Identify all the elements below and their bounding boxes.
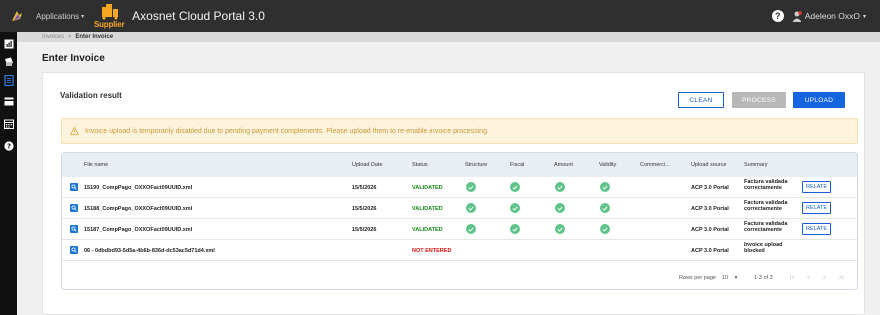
header-upload-date[interactable]: Upload Date bbox=[352, 162, 383, 168]
supplier-logo: Supplier bbox=[92, 3, 126, 29]
row-summary: Invoice upload blocked bbox=[744, 242, 783, 255]
check-circle-icon bbox=[466, 224, 476, 234]
check-circle-icon bbox=[510, 203, 520, 213]
row-upload-date: 15/5/2026 bbox=[352, 185, 377, 191]
row-upload-date: 15/5/2026 bbox=[352, 206, 377, 212]
header-structure[interactable]: Structure bbox=[465, 162, 487, 168]
check-circle-icon bbox=[600, 182, 610, 192]
check-circle-icon bbox=[466, 203, 476, 213]
status-badge: NOT ENTERED bbox=[412, 248, 452, 254]
table-header: File name Upload Date Status Structure F… bbox=[62, 153, 857, 177]
user-name: Adeleon OxxO bbox=[804, 11, 860, 21]
svg-text:?: ? bbox=[6, 142, 10, 150]
row-upload-source: ACP 3.0 Portal bbox=[691, 227, 729, 233]
row-file-name: 15190_CompPago_OXXOFact09UUID.xml bbox=[84, 185, 193, 191]
row-upload-source: ACP 3.0 Portal bbox=[691, 206, 729, 212]
warning-icon bbox=[70, 127, 79, 135]
header-file-name[interactable]: File name bbox=[84, 162, 108, 168]
rows-per-page-label: Rows per page bbox=[679, 275, 716, 281]
alert-text: Invoice upload is temporarily disabled d… bbox=[85, 127, 489, 135]
row-file-name: 15188_CompPago_OXXOFact09UUID.xml bbox=[84, 206, 193, 212]
chevron-down-icon: ▾ bbox=[862, 13, 866, 20]
row-summary: Factura validada correctamente bbox=[744, 179, 788, 192]
check-circle-icon bbox=[600, 224, 610, 234]
header-commercial[interactable]: Commerci... bbox=[640, 162, 670, 168]
supplier-label: Supplier bbox=[93, 20, 125, 29]
app-logo-icon[interactable] bbox=[6, 5, 28, 27]
row-upload-source: ACP 3.0 Portal bbox=[691, 185, 729, 191]
process-button[interactable]: PROCESS bbox=[732, 92, 786, 108]
upload-disabled-alert: Invoice upload is temporarily disabled d… bbox=[61, 118, 858, 144]
next-page-icon[interactable]: > bbox=[823, 275, 826, 281]
check-circle-icon bbox=[510, 224, 520, 234]
header-summary[interactable]: Summary bbox=[744, 162, 768, 168]
row-upload-date: 15/5/2026 bbox=[352, 227, 377, 233]
breadcrumb: Invoices » Enter Invoice bbox=[17, 32, 880, 42]
help-circle-icon[interactable]: ? bbox=[3, 140, 14, 151]
help-icon[interactable]: ? bbox=[771, 10, 784, 22]
supplier-logo-icon bbox=[102, 4, 119, 20]
header-upload-source[interactable]: Upload source bbox=[691, 162, 726, 168]
header-validity[interactable]: Validity bbox=[599, 162, 616, 168]
search-icon[interactable] bbox=[70, 225, 78, 233]
table-row: 06 - 0dbdbd93-5d5a-4b6b-836d-dc53ac5d71d… bbox=[62, 240, 857, 261]
status-badge: VALIDATED bbox=[412, 185, 443, 191]
table-row: 15187_CompPago_OXXOFact09UUID.xml 15/5/2… bbox=[62, 219, 857, 240]
table-pagination: Rows per page 10 ▾ 1-3 of 3 |< < > >| bbox=[62, 265, 857, 289]
user-avatar-icon bbox=[792, 10, 802, 22]
documents-icon[interactable] bbox=[3, 56, 14, 67]
header-amount[interactable]: Amount bbox=[554, 162, 573, 168]
check-circle-icon bbox=[555, 203, 565, 213]
dashboard-icon[interactable] bbox=[3, 38, 14, 49]
rows-per-page-select[interactable]: 10 ▾ bbox=[722, 275, 737, 281]
row-file-name: 06 - 0dbdbd93-5d5a-4b6b-836d-dc53ac5d71d… bbox=[84, 248, 215, 254]
table-row: 15188_CompPago_OXXOFact09UUID.xml 15/5/2… bbox=[62, 198, 857, 219]
invoices-icon[interactable] bbox=[3, 75, 14, 86]
table-row: 15190_CompPago_OXXOFact09UUID.xml 15/5/2… bbox=[62, 177, 857, 198]
breadcrumb-invoices-link[interactable]: Invoices bbox=[42, 34, 64, 40]
pagination-range: 1-3 of 3 bbox=[754, 275, 773, 281]
search-icon[interactable] bbox=[70, 183, 78, 191]
row-summary: Factura validada correctamente bbox=[744, 200, 788, 213]
prev-page-icon[interactable]: < bbox=[807, 275, 810, 281]
row-upload-source: ACP 3.0 Portal bbox=[691, 248, 729, 254]
status-badge: VALIDATED bbox=[412, 206, 443, 212]
breadcrumb-separator: » bbox=[68, 34, 72, 40]
caret-down-icon: ▾ bbox=[734, 275, 738, 281]
row-file-name: 15187_CompPago_OXXOFact09UUID.xml bbox=[84, 227, 193, 233]
search-icon[interactable] bbox=[70, 246, 78, 254]
applications-label: Applications bbox=[36, 11, 80, 21]
check-circle-icon bbox=[555, 182, 565, 192]
chevron-down-icon: ▾ bbox=[81, 13, 85, 20]
header-fiscal[interactable]: Fiscal bbox=[510, 162, 524, 168]
reports-calendar-icon[interactable] bbox=[3, 118, 14, 129]
clean-button[interactable]: CLEAN bbox=[678, 92, 724, 108]
check-circle-icon bbox=[466, 182, 476, 192]
page-title: Enter Invoice bbox=[42, 53, 105, 64]
last-page-icon[interactable]: >| bbox=[839, 275, 844, 281]
top-bar: Applications ▾ Supplier Axosnet Cloud Po… bbox=[0, 0, 880, 32]
sidebar: ? bbox=[0, 32, 17, 315]
row-summary: Factura validada correctamente bbox=[744, 221, 788, 234]
relate-button[interactable]: RELATE bbox=[802, 181, 831, 193]
section-title: Validation result bbox=[60, 91, 122, 100]
first-page-icon[interactable]: |< bbox=[790, 275, 795, 281]
relate-button[interactable]: RELATE bbox=[802, 202, 831, 214]
relate-button[interactable]: RELATE bbox=[802, 223, 831, 235]
check-circle-icon bbox=[510, 182, 520, 192]
payments-card-icon[interactable] bbox=[3, 96, 14, 107]
validation-table: File name Upload Date Status Structure F… bbox=[61, 152, 858, 290]
header-status[interactable]: Status bbox=[412, 162, 428, 168]
rows-per-page-value: 10 bbox=[722, 275, 729, 281]
user-menu[interactable]: Adeleon OxxO ▾ bbox=[792, 10, 866, 22]
upload-button[interactable]: UPLOAD bbox=[793, 92, 845, 108]
breadcrumb-current: Enter Invoice bbox=[75, 34, 114, 40]
check-circle-icon bbox=[555, 224, 565, 234]
app-title: Axosnet Cloud Portal 3.0 bbox=[132, 9, 265, 23]
applications-menu[interactable]: Applications ▾ bbox=[36, 12, 84, 21]
check-circle-icon bbox=[600, 203, 610, 213]
search-icon[interactable] bbox=[70, 204, 78, 212]
status-badge: VALIDATED bbox=[412, 227, 443, 233]
